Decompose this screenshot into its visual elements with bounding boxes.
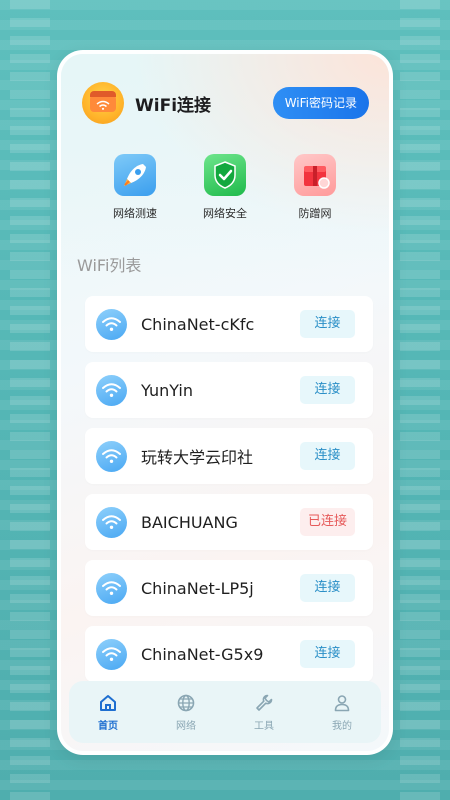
connect-button[interactable]: 连接 (300, 376, 355, 404)
wifi-name: ChinaNet-cKfc (141, 314, 255, 334)
tab-network[interactable]: 网络 (161, 693, 211, 732)
tool-label: 防蹭网 (298, 207, 332, 220)
wifi-list-item[interactable]: 玩转大学云印社 连接 (85, 428, 373, 484)
tool-label: 网络安全 (203, 207, 247, 220)
tab-label: 首页 (98, 720, 118, 732)
wifi-icon (96, 440, 127, 472)
wifi-icon (96, 638, 127, 670)
wifi-list-item[interactable]: ChinaNet-LP5j 连接 (85, 560, 373, 616)
connect-button[interactable]: 连接 (300, 310, 355, 338)
wifi-list-item[interactable]: BAICHUANG 已连接 (85, 494, 373, 550)
background-stripe (400, 0, 440, 800)
wifi-icon (96, 100, 110, 110)
globe-icon (177, 694, 195, 711)
shield-check-icon (204, 154, 246, 196)
home-icon (100, 694, 116, 711)
tab-label: 我的 (332, 720, 352, 732)
wifi-icon (96, 374, 127, 406)
tab-label: 网络 (176, 720, 196, 732)
tool-label: 网络测速 (113, 207, 157, 220)
app-header: WiFi连接 WiFi密码记录 (82, 80, 369, 126)
wifi-icon (96, 506, 127, 538)
wifi-list: ChinaNet-cKfc 连接 YunYin 连接 玩转大学云印社 连接 BA… (85, 296, 373, 692)
tool-network-speed-test[interactable]: 网络测速 (110, 154, 160, 224)
rocket-icon (114, 154, 156, 196)
tools-row: 网络测速 网络安全 防蹭网 (61, 154, 389, 224)
wifi-icon (96, 308, 127, 340)
user-icon (334, 694, 350, 711)
wifi-icon (96, 572, 127, 604)
tab-label: 工具 (254, 720, 274, 732)
app-screen: WiFi连接 WiFi密码记录 网络测速 网络安全 防蹭网 WiFi列表 Chi… (61, 54, 389, 751)
tab-mine[interactable]: 我的 (317, 693, 367, 732)
gift-box-icon (294, 154, 336, 196)
wifi-name: ChinaNet-G5x9 (141, 644, 264, 664)
wifi-name: ChinaNet-LP5j (141, 578, 254, 598)
connect-button[interactable]: 连接 (300, 442, 355, 470)
app-logo-icon (82, 82, 124, 124)
tab-tools[interactable]: 工具 (239, 693, 289, 732)
wifi-name: 玩转大学云印社 (141, 448, 254, 467)
connect-button[interactable]: 连接 (300, 574, 355, 602)
wrench-icon (256, 694, 273, 711)
connect-button[interactable]: 连接 (300, 640, 355, 668)
tool-network-security[interactable]: 网络安全 (200, 154, 250, 224)
tool-anti-leech[interactable]: 防蹭网 (290, 154, 340, 224)
app-title: WiFi连接 (135, 95, 212, 116)
connected-status-button[interactable]: 已连接 (300, 508, 355, 536)
wifi-list-item[interactable]: ChinaNet-G5x9 连接 (85, 626, 373, 682)
background-stripe (10, 0, 50, 800)
wifi-list-item[interactable]: YunYin 连接 (85, 362, 373, 418)
wifi-list-heading: WiFi列表 (77, 256, 142, 275)
bottom-tab-bar: 首页 网络 工具 我的 (69, 681, 381, 743)
wifi-name: YunYin (141, 380, 194, 400)
phone-frame: WiFi连接 WiFi密码记录 网络测速 网络安全 防蹭网 WiFi列表 Chi… (57, 50, 393, 755)
tab-home[interactable]: 首页 (83, 693, 133, 732)
wifi-password-records-button[interactable]: WiFi密码记录 (272, 87, 369, 119)
wifi-name: BAICHUANG (141, 512, 238, 532)
wifi-list-item[interactable]: ChinaNet-cKfc 连接 (85, 296, 373, 352)
